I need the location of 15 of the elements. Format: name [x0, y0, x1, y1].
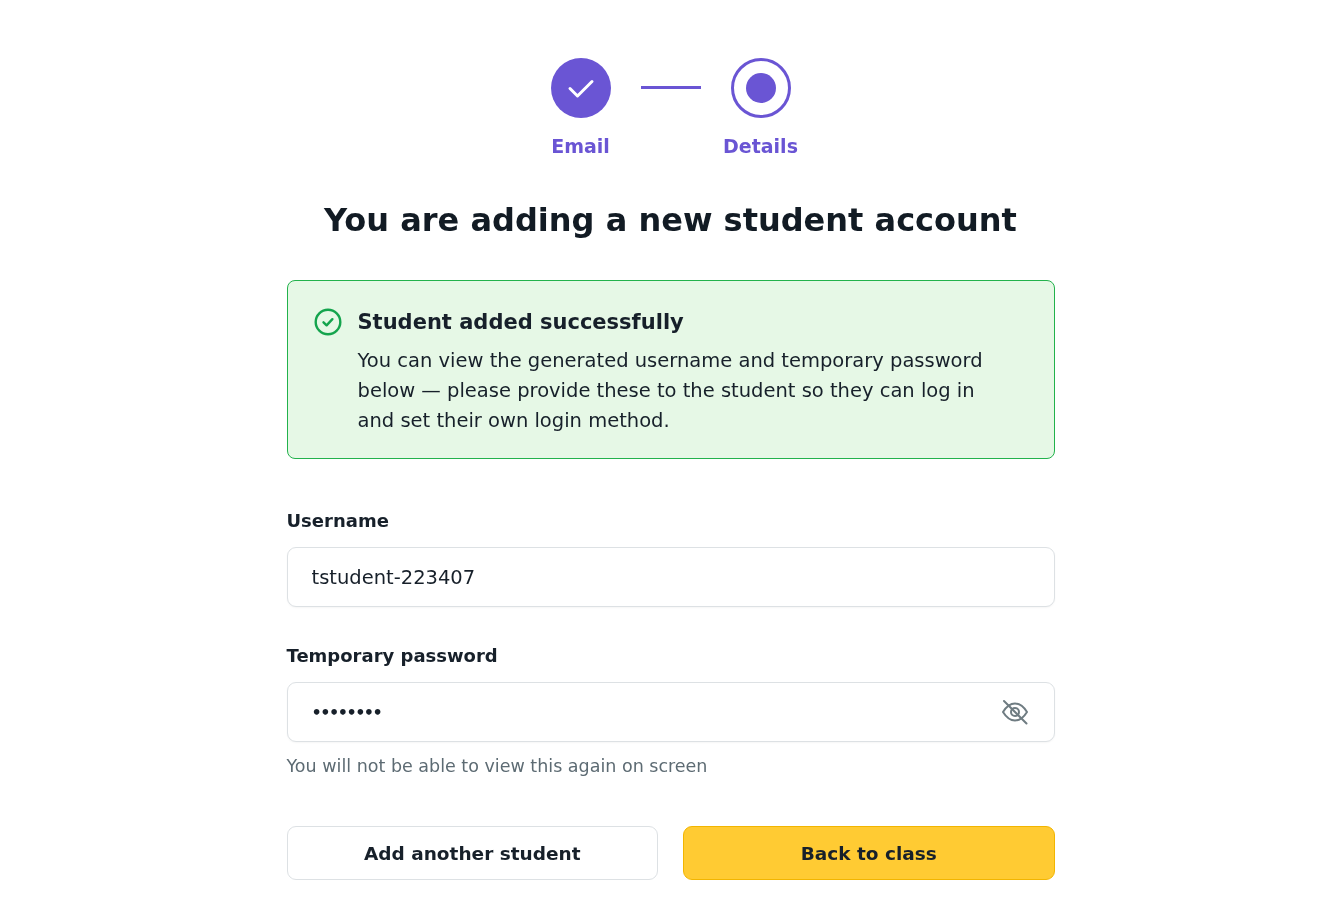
primary-button[interactable]: Back to class — [683, 826, 1055, 880]
step-label: Email — [551, 134, 610, 158]
username-field[interactable]: tstudent-223407 — [286, 547, 1055, 607]
step-connector — [640, 86, 701, 89]
alert-message: You can view the generated username and temporary password below — please provide these to the student so they can log in and set their own login method. — [357, 348, 984, 434]
secondary-button[interactable]: Add another student — [286, 826, 658, 880]
check-circle-icon — [313, 308, 342, 336]
eye-slash-icon[interactable] — [999, 697, 1030, 727]
field-label: Username — [286, 509, 389, 533]
page-title: You are adding a new student account — [323, 200, 1018, 240]
step-label: Details — [723, 134, 798, 158]
field-label: Temporary password — [286, 644, 498, 668]
alert-title: Student added successfully — [357, 309, 684, 336]
field-hint: You will not be able to view this again on screen — [286, 755, 708, 777]
password-field[interactable]: •••••••• — [286, 682, 1055, 742]
